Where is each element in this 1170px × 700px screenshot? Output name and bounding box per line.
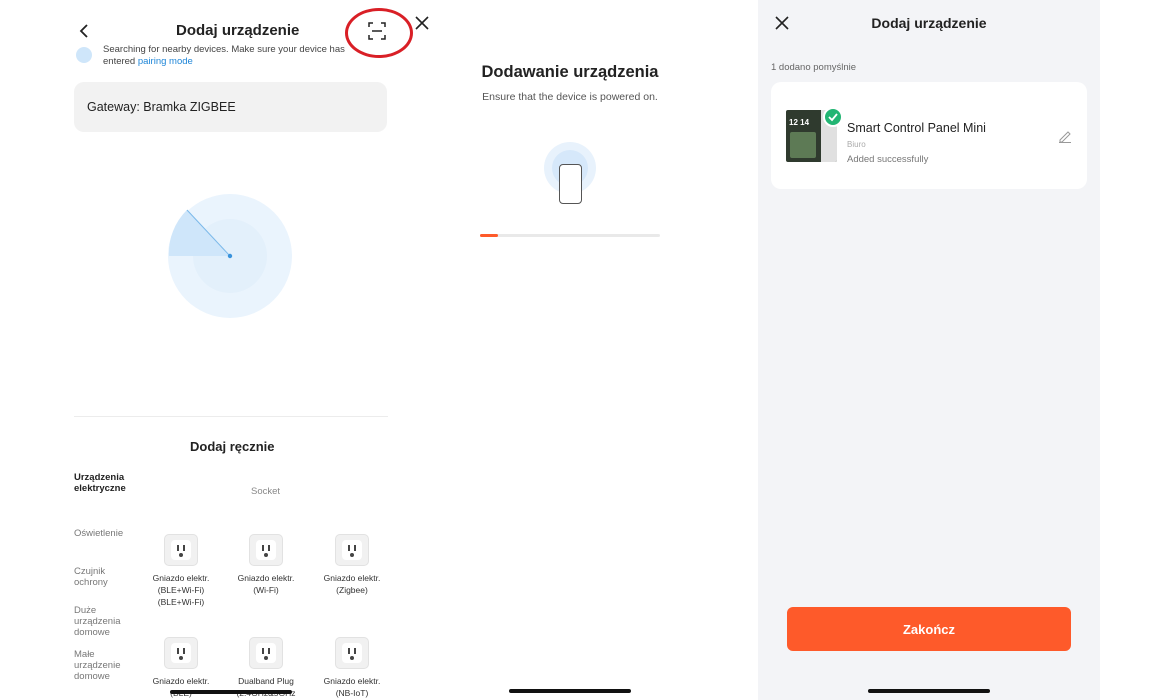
device-label: (Zigbee): [336, 585, 368, 595]
success-check-icon: [823, 107, 843, 127]
socket-icon: [335, 534, 369, 566]
pairing-mode-link[interactable]: pairing mode: [138, 56, 193, 67]
device-room: Biuro: [847, 140, 866, 149]
device-socket-zigbee[interactable]: Gniazdo elektr. (Zigbee): [312, 534, 392, 596]
device-name: Smart Control Panel Mini: [847, 121, 986, 135]
gateway-card[interactable]: Gateway: Bramka ZIGBEE: [74, 82, 387, 132]
adding-subtitle: Ensure that the device is powered on.: [482, 91, 658, 103]
divider: [74, 416, 388, 417]
added-count: 1 dodano pomyślnie: [771, 62, 857, 73]
socket-icon: [249, 534, 283, 566]
searching-indicator-icon: [76, 47, 92, 63]
home-indicator: [170, 690, 292, 694]
home-indicator: [868, 689, 990, 693]
category-lighting[interactable]: Oświetlenie: [74, 528, 130, 539]
socket-icon: [164, 534, 198, 566]
section-label: Socket: [251, 486, 281, 497]
searching-hint: Searching for nearby devices. Make sure …: [103, 44, 365, 68]
page-title: Dodaj urządzenie: [871, 15, 987, 31]
category-large-appliances[interactable]: Duże urządzenia domowe: [74, 605, 130, 638]
socket-icon: [164, 637, 198, 669]
page-title: Dodaj urządzenie: [176, 22, 300, 39]
phone-icon: [559, 164, 582, 204]
close-icon[interactable]: [412, 13, 432, 33]
adding-device-screen: Dodawanie urządzenia Ensure that the dev…: [440, 0, 758, 700]
add-device-search-screen: Dodaj urządzenie Searching for nearby de…: [0, 0, 440, 700]
device-label: Gniazdo elektr.: [152, 676, 210, 686]
home-indicator: [509, 689, 631, 693]
device-label: Gniazdo elektr.: [323, 573, 381, 583]
manual-add-title: Dodaj ręcznie: [190, 439, 275, 454]
back-arrow-icon[interactable]: [74, 20, 94, 42]
device-label: (NB-IoT): [335, 688, 369, 698]
device-label: (BLE+Wi-Fi): [157, 597, 205, 607]
radar-animation: [168, 194, 292, 318]
socket-icon: [249, 637, 283, 669]
device-added-screen: Dodaj urządzenie 1 dodano pomyślnie 12 1…: [758, 0, 1100, 700]
device-card[interactable]: 12 14 Smart Control Panel Mini Biuro Add…: [771, 82, 1087, 189]
gateway-label: Gateway: Bramka ZIGBEE: [87, 100, 236, 114]
device-label: Gniazdo elektr.: [152, 573, 210, 583]
category-security-sensor[interactable]: Czujnik ochrony: [74, 566, 130, 588]
adding-title: Dodawanie urządzenia: [481, 63, 659, 81]
device-status: Added successfully: [847, 154, 929, 165]
finish-button[interactable]: Zakończ: [787, 607, 1071, 651]
edit-pencil-icon[interactable]: [1057, 128, 1073, 144]
device-label: Gniazdo elektr.: [237, 573, 295, 583]
device-socket-nbiot[interactable]: Gniazdo elektr. (NB-IoT): [312, 637, 392, 699]
device-label: Dualband Plug: [238, 676, 294, 686]
device-label: Gniazdo elektr.: [323, 676, 381, 686]
device-socket-ble-wifi[interactable]: Gniazdo elektr. (BLE+Wi-Fi) (BLE+Wi-Fi): [141, 534, 221, 608]
progress-bar: [480, 234, 660, 237]
device-socket-wifi[interactable]: Gniazdo elektr. (Wi-Fi): [226, 534, 306, 596]
device-label: (Wi-Fi): [253, 585, 279, 595]
socket-icon: [335, 637, 369, 669]
progress-fill: [480, 234, 498, 237]
category-small-appliances[interactable]: Małe urządzenie domowe: [74, 649, 130, 682]
device-label: (BLE+Wi-Fi): [157, 585, 205, 595]
category-electrical[interactable]: Urządzenia elektryczne: [74, 472, 130, 494]
thumb-time: 12 14: [789, 118, 810, 127]
